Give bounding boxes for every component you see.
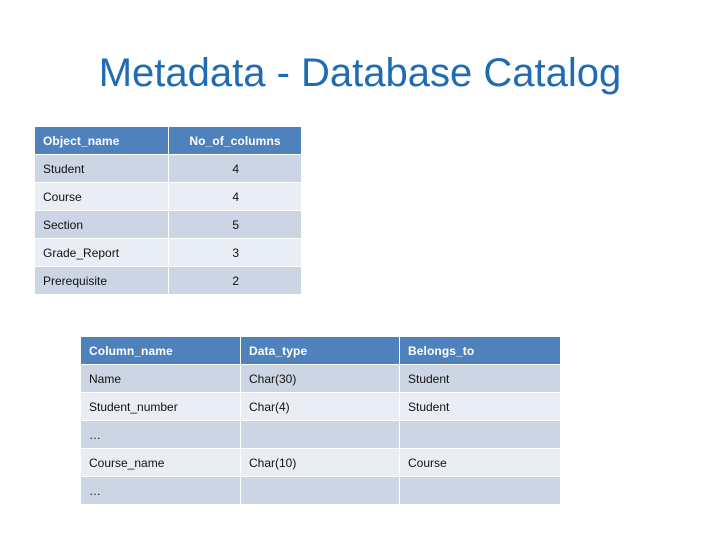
cell-no-of-columns: 3 — [169, 239, 301, 266]
cell-belongs-to: Student — [400, 393, 560, 420]
column-header-object-name: Object_name — [35, 127, 168, 154]
object-catalog-table: Object_name No_of_columns Student 4 Cour… — [34, 126, 302, 295]
table-row: … — [81, 477, 560, 504]
cell-belongs-to: Student — [400, 365, 560, 392]
table-row: Course 4 — [35, 183, 301, 210]
cell-column-name: … — [81, 477, 240, 504]
cell-column-name: Student_number — [81, 393, 240, 420]
cell-belongs-to — [400, 477, 560, 504]
column-header-no-of-columns: No_of_columns — [169, 127, 301, 154]
cell-no-of-columns: 5 — [169, 211, 301, 238]
cell-object-name: Prerequisite — [35, 267, 168, 294]
cell-data-type — [241, 477, 399, 504]
cell-belongs-to — [400, 421, 560, 448]
column-header-column-name: Column_name — [81, 337, 240, 364]
column-header-belongs-to: Belongs_to — [400, 337, 560, 364]
table-row: Grade_Report 3 — [35, 239, 301, 266]
table-row: Name Char(30) Student — [81, 365, 560, 392]
cell-column-name: Name — [81, 365, 240, 392]
page-title: Metadata - Database Catalog — [98, 51, 622, 95]
cell-data-type: Char(4) — [241, 393, 399, 420]
column-header-data-type: Data_type — [241, 337, 399, 364]
cell-no-of-columns: 2 — [169, 267, 301, 294]
table-row: Section 5 — [35, 211, 301, 238]
cell-column-name: … — [81, 421, 240, 448]
table-row: … — [81, 421, 560, 448]
slide-canvas: Metadata - Database Catalog Object_name … — [0, 0, 720, 540]
table-row: Prerequisite 2 — [35, 267, 301, 294]
cell-object-name: Section — [35, 211, 168, 238]
column-catalog-table: Column_name Data_type Belongs_to Name Ch… — [80, 336, 561, 505]
cell-data-type: Char(30) — [241, 365, 399, 392]
table-row: Student_number Char(4) Student — [81, 393, 560, 420]
cell-object-name: Grade_Report — [35, 239, 168, 266]
table-header-row: Column_name Data_type Belongs_to — [81, 337, 560, 364]
cell-data-type: Char(10) — [241, 449, 399, 476]
cell-column-name: Course_name — [81, 449, 240, 476]
cell-belongs-to: Course — [400, 449, 560, 476]
cell-object-name: Student — [35, 155, 168, 182]
table-row: Course_name Char(10) Course — [81, 449, 560, 476]
cell-data-type — [241, 421, 399, 448]
cell-no-of-columns: 4 — [169, 183, 301, 210]
table-row: Student 4 — [35, 155, 301, 182]
cell-object-name: Course — [35, 183, 168, 210]
cell-no-of-columns: 4 — [169, 155, 301, 182]
table-header-row: Object_name No_of_columns — [35, 127, 301, 154]
